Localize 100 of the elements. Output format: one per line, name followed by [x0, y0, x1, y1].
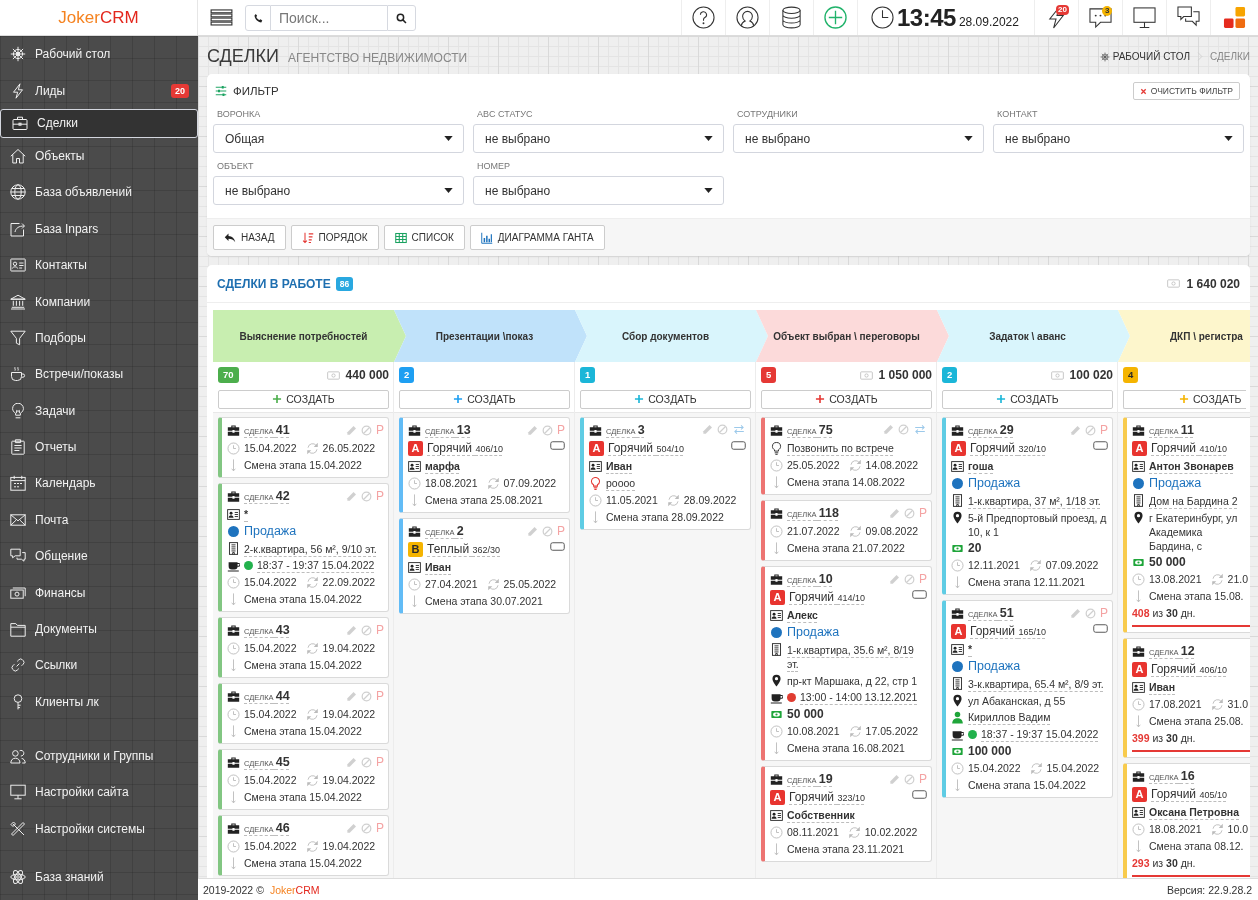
sidebar-item[interactable]: Объекты — [0, 137, 198, 175]
contact-name[interactable]: гоша — [968, 458, 994, 475]
squares-icon[interactable] — [1223, 6, 1246, 29]
stage-header[interactable]: ДКП \ регистра — [1118, 310, 1250, 362]
rating-label[interactable]: Горячий 504/10 — [608, 440, 684, 458]
sidebar-item[interactable]: Встречи/показы — [0, 356, 198, 393]
sidebar-item[interactable]: Рабочий стол — [0, 36, 198, 73]
sidebar-item[interactable]: База объявлений — [0, 174, 198, 211]
ban-icon[interactable] — [717, 424, 728, 435]
select-field[interactable]: не выбрано — [473, 176, 724, 205]
sidebar-item[interactable]: Настройки сайта — [0, 774, 198, 811]
sidebar-item[interactable]: Подборы — [0, 319, 198, 357]
contact-name[interactable]: марфа — [425, 458, 460, 475]
sidebar-item[interactable]: Задачи — [0, 392, 198, 429]
create-button[interactable]: СОЗДАТЬ — [942, 389, 1113, 409]
breadcrumb-link[interactable]: РАБОЧИЙ СТОЛ — [1099, 51, 1190, 62]
pencil-icon[interactable] — [527, 526, 538, 537]
rating-label[interactable]: Горячий 165/10 — [970, 623, 1046, 641]
ban-icon[interactable] — [361, 823, 372, 834]
pencil-icon[interactable] — [346, 625, 357, 636]
pencil-icon[interactable] — [889, 574, 900, 585]
create-button[interactable]: СОЗДАТЬ — [399, 389, 570, 409]
rating-label[interactable]: Горячий 323/10 — [789, 789, 865, 807]
task-link[interactable]: роооо — [606, 475, 636, 492]
contact-name[interactable]: Иван — [606, 458, 633, 475]
stage-header[interactable]: Презентации \показ — [394, 310, 587, 362]
pencil-icon[interactable] — [346, 491, 357, 502]
task-link[interactable]: Позвонить по встрече — [787, 440, 894, 457]
ban-icon[interactable] — [904, 774, 915, 785]
rating-label[interactable]: Горячий 414/10 — [789, 589, 865, 607]
sidebar-item[interactable]: Сделки — [0, 108, 198, 138]
ban-icon[interactable] — [1085, 608, 1096, 619]
search-button[interactable] — [387, 5, 416, 31]
object-link[interactable]: 1-к.квартира, 37 м², 1/18 эт. — [968, 492, 1101, 509]
toolbar-button[interactable]: ДИАГРАММА ГАНТА — [469, 225, 605, 250]
agent-name[interactable]: Кириллов Вадим — [968, 709, 1051, 726]
sidebar-item[interactable]: Почта — [0, 501, 198, 539]
search-field[interactable]: Поиск... — [271, 5, 387, 31]
tag-icon[interactable] — [912, 590, 927, 599]
meeting-time[interactable]: 18:37 - 19:37 15.04.2022 — [257, 557, 375, 574]
ban-icon[interactable] — [361, 425, 372, 436]
ban-icon[interactable] — [542, 526, 553, 537]
create-button[interactable]: СОЗДАТЬ — [761, 389, 932, 409]
pencil-icon[interactable] — [883, 424, 894, 435]
monitor-icon[interactable] — [1133, 6, 1156, 29]
ban-icon[interactable] — [361, 691, 372, 702]
pencil-icon[interactable] — [889, 508, 900, 519]
ban-icon[interactable] — [904, 508, 915, 519]
select-field[interactable]: не выбрано — [473, 124, 724, 153]
contact-name[interactable]: Иван — [425, 559, 452, 576]
stage-header[interactable]: Сбор документов — [575, 310, 768, 362]
meeting-time[interactable]: 13:00 - 14:00 13.12.2021 — [800, 689, 918, 706]
select-field[interactable]: не выбрано — [733, 124, 984, 153]
tag-icon[interactable] — [1093, 441, 1108, 450]
sidebar-item[interactable]: База Inpars — [0, 210, 198, 247]
contact-name[interactable]: Оксана Петровна — [1149, 804, 1240, 821]
logo[interactable]: JokerCRM — [58, 7, 139, 28]
select-field[interactable]: не выбрано — [213, 176, 464, 205]
sidebar-item[interactable]: Клиенты лк — [0, 683, 198, 721]
user-icon[interactable] — [736, 6, 759, 29]
toolbar-button[interactable]: СПИСОК — [383, 225, 465, 250]
rating-label[interactable]: Теплый 362/30 — [427, 541, 501, 559]
sidebar-item[interactable]: Документы — [0, 610, 198, 648]
rating-label[interactable]: Горячий 410/10 — [1151, 440, 1227, 458]
create-button[interactable]: СОЗДАТЬ — [218, 389, 389, 409]
ban-icon[interactable] — [361, 757, 372, 768]
add-icon[interactable] — [824, 6, 847, 29]
meeting-time[interactable]: 18:37 - 19:37 15.04.2022 — [981, 726, 1099, 743]
pencil-icon[interactable] — [346, 757, 357, 768]
stage-header[interactable]: Задаток \ аванс — [937, 310, 1130, 362]
sidebar-item[interactable]: Контакты — [0, 246, 198, 284]
ban-icon[interactable] — [898, 424, 909, 435]
contact-name[interactable]: * — [244, 506, 249, 523]
swap-arrows-icon[interactable] — [913, 424, 927, 435]
create-button[interactable]: СОЗДАТЬ — [1123, 389, 1246, 409]
help-icon[interactable] — [692, 6, 715, 29]
pencil-icon[interactable] — [346, 425, 357, 436]
sidebar-item[interactable]: Настройки системы — [0, 810, 198, 847]
sidebar-item[interactable]: Лиды 20 — [0, 72, 198, 109]
swap-arrows-icon[interactable] — [732, 424, 746, 435]
select-field[interactable]: не выбрано — [993, 124, 1244, 153]
tag-icon[interactable] — [1093, 624, 1108, 633]
sidebar-item[interactable]: Ссылки — [0, 647, 198, 684]
ban-icon[interactable] — [904, 574, 915, 585]
tag-icon[interactable] — [912, 790, 927, 799]
ban-icon[interactable] — [1085, 425, 1096, 436]
phone-button[interactable] — [245, 5, 271, 31]
pencil-icon[interactable] — [346, 823, 357, 834]
contact-name[interactable]: Иван — [1149, 679, 1176, 696]
sidebar-item[interactable]: Финансы — [0, 574, 198, 611]
sidebar-item[interactable]: Сотрудники и Группы — [0, 737, 198, 774]
rating-label[interactable]: Горячий 406/10 — [1151, 661, 1227, 679]
toolbar-button[interactable]: ПОРЯДОК — [290, 225, 379, 250]
contact-name[interactable]: Алекс — [787, 607, 818, 624]
ban-icon[interactable] — [361, 625, 372, 636]
sidebar-item[interactable]: База знаний — [0, 863, 198, 892]
tag-icon[interactable] — [550, 542, 565, 551]
stage-header[interactable]: Объект выбран \ переговоры — [756, 310, 949, 362]
database-icon[interactable] — [780, 6, 803, 29]
chat-bubbles-icon[interactable] — [1177, 6, 1200, 29]
